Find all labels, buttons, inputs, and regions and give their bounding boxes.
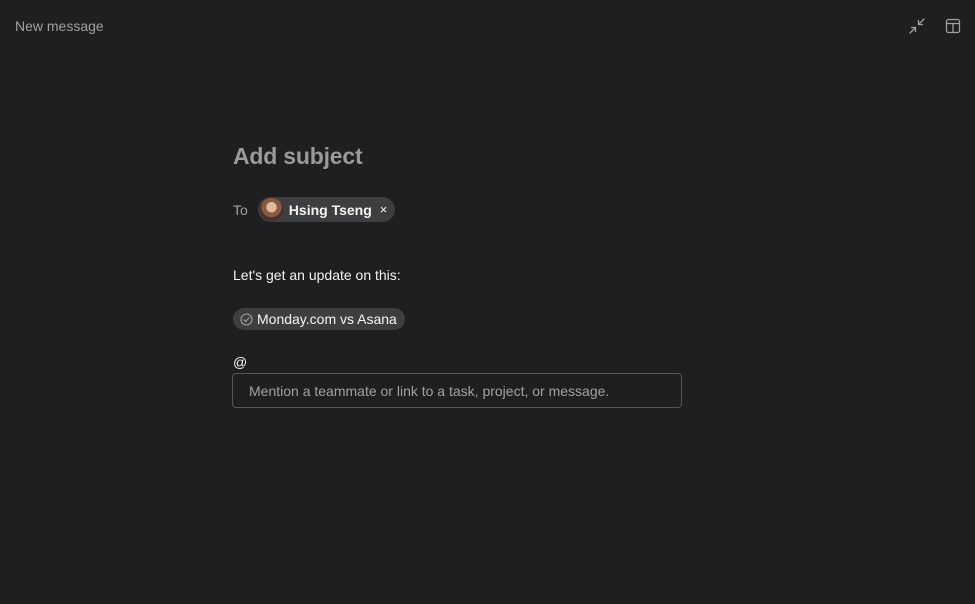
to-label: To — [233, 201, 248, 218]
collapse-icon — [909, 18, 925, 34]
avatar — [259, 198, 283, 221]
message-body-text: Let's get an update on this: — [233, 267, 401, 283]
subject-field[interactable]: Add subject — [233, 143, 363, 170]
check-circle-icon — [240, 312, 253, 326]
new-message-window: New message Add subject To Hsing Tseng ×… — [0, 0, 975, 604]
mention-input[interactable] — [232, 373, 682, 408]
layout-panel-icon — [945, 18, 961, 34]
collapse-button[interactable] — [907, 16, 927, 36]
linked-task-label: Monday.com vs Asana — [257, 311, 397, 327]
recipients-row: To Hsing Tseng × — [233, 197, 396, 222]
layout-toggle-button[interactable] — [943, 16, 963, 36]
recipient-chip[interactable]: Hsing Tseng × — [257, 197, 396, 222]
remove-recipient-icon[interactable]: × — [380, 203, 388, 216]
linked-task-chip[interactable]: Monday.com vs Asana — [233, 308, 405, 330]
mention-trigger: @ — [233, 354, 248, 370]
window-title: New message — [15, 18, 104, 34]
recipient-name: Hsing Tseng — [288, 201, 372, 218]
